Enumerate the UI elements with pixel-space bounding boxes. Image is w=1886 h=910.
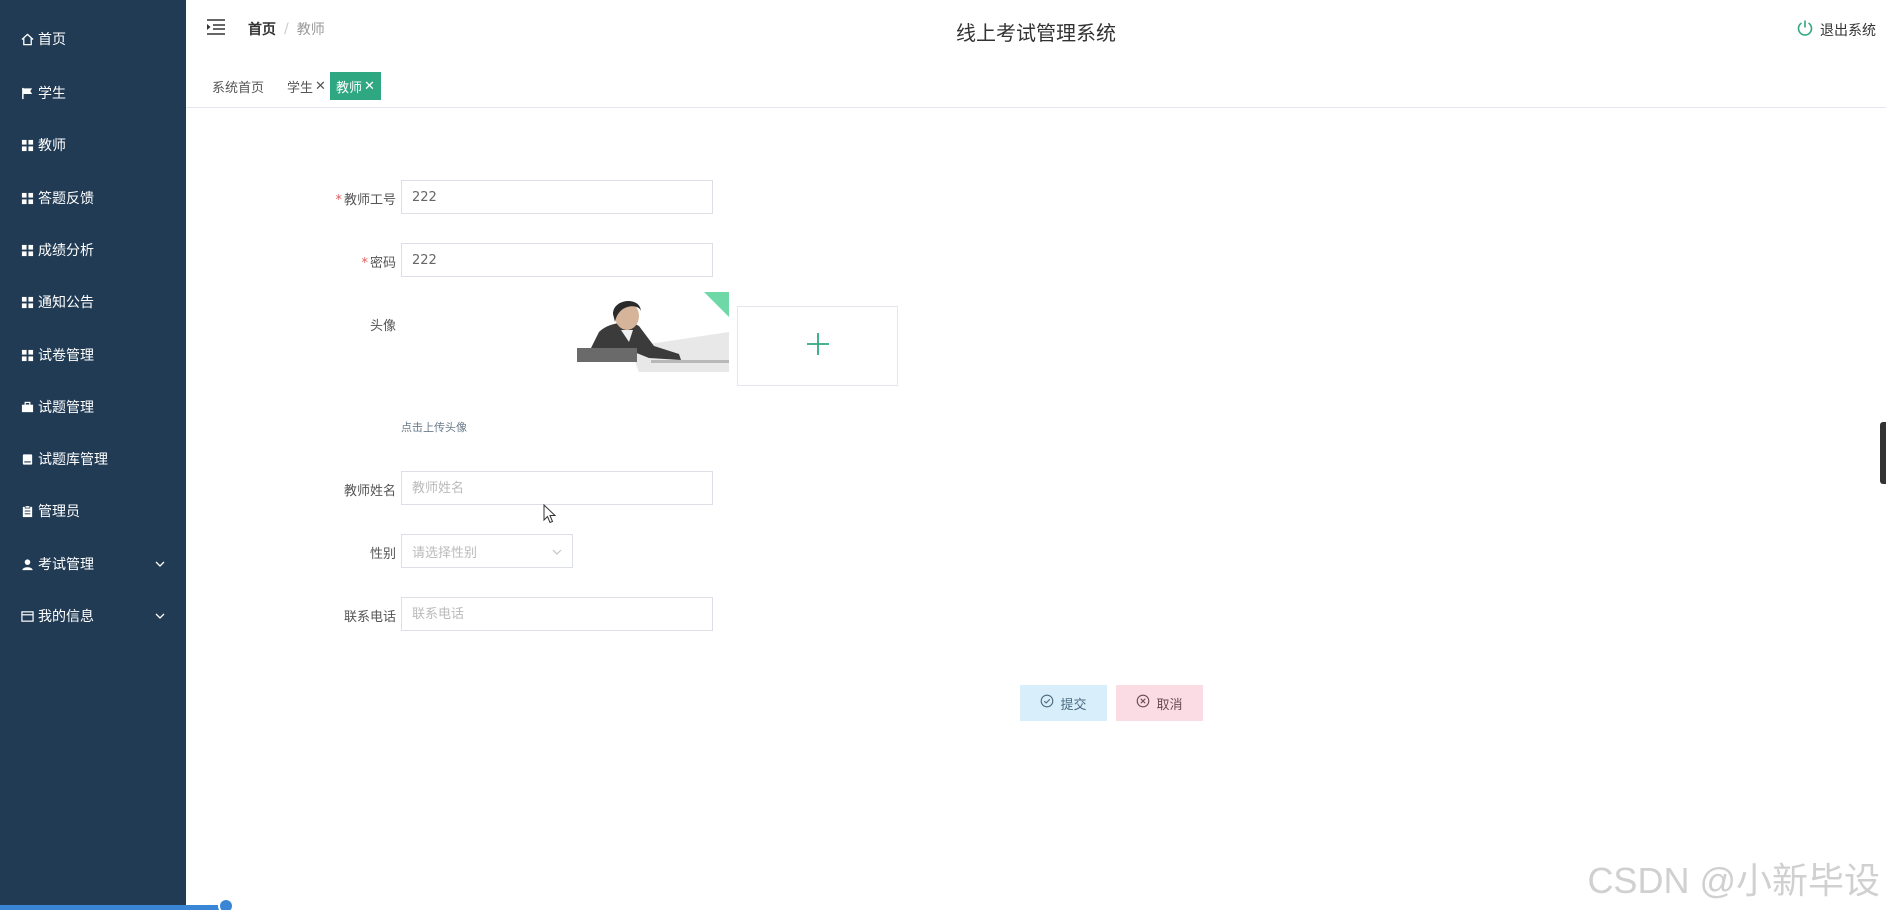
sidebar-item-label: 首页 (38, 32, 66, 48)
teacher-id-label: * 教师工号 (335, 193, 396, 208)
gender-select[interactable]: 请选择性别 (401, 534, 573, 568)
watermark: CSDN @小新毕设 (1587, 860, 1880, 901)
sidebar-item-students[interactable]: 学生 (0, 73, 186, 113)
sidebar-item-label: 管理员 (38, 504, 80, 520)
sidebar-item-label: 试题库管理 (38, 452, 108, 468)
tabs-bar: 系统首页 学生 ✕ 教师 ✕ (186, 60, 1886, 108)
book-icon (20, 452, 34, 466)
user-icon (20, 557, 34, 571)
tab-label: 系统首页 (212, 80, 265, 96)
sidebar-item-notices[interactable]: 通知公告 (0, 282, 186, 322)
phone-label: 联系电话 (343, 610, 396, 625)
sidebar-item-my-info[interactable]: 我的信息 (0, 596, 186, 636)
logout-label: 退出系统 (1820, 23, 1876, 39)
teacher-name-input[interactable] (401, 471, 713, 505)
teacher-id-input[interactable] (401, 180, 713, 214)
sidebar-item-label: 答题反馈 (38, 191, 94, 207)
sidebar-item-home[interactable]: 首页 (0, 19, 186, 59)
chevron-down-icon (154, 610, 166, 626)
submit-label: 提交 (1060, 697, 1087, 713)
close-icon[interactable]: ✕ (315, 79, 326, 94)
avatar-upload-button[interactable] (737, 306, 898, 386)
breadcrumb-separator: / (284, 21, 289, 37)
sidebar-item-feedback[interactable]: 答题反馈 (0, 178, 186, 218)
grid-icon (20, 295, 34, 309)
sidebar-item-paper-management[interactable]: 试卷管理 (0, 335, 186, 375)
top-header: 首页 / 教师 线上考试管理系统 退出系统 (186, 0, 1886, 60)
tab-label: 教师 (336, 80, 363, 96)
sidebar-item-teachers[interactable]: 教师 (0, 125, 186, 165)
cancel-label: 取消 (1156, 697, 1183, 713)
sidebar-item-question-bank[interactable]: 试题库管理 (0, 439, 186, 479)
card-icon (20, 609, 34, 623)
chevron-down-icon (154, 558, 166, 574)
plus-icon (805, 331, 831, 361)
sidebar-item-label: 通知公告 (38, 295, 94, 311)
breadcrumb-current: 教师 (296, 22, 325, 38)
tab-label: 学生 (287, 80, 314, 96)
page-title: 线上考试管理系统 (956, 21, 1116, 45)
flag-icon (20, 86, 34, 100)
clipboard-icon (20, 504, 34, 518)
sidebar-item-label: 教师 (38, 138, 66, 154)
grid-icon (20, 348, 34, 362)
mouse-cursor-icon (543, 503, 557, 528)
submit-button[interactable]: 提交 (1020, 685, 1107, 721)
cancel-button[interactable]: 取消 (1116, 685, 1203, 721)
logout-button[interactable]: 退出系统 (1796, 19, 1876, 41)
required-mark: * (361, 256, 368, 271)
sidebar: 首页 学生 教师 答题反馈 成绩分析 通知公告 试卷管理 试题管理 试题库管理 … (0, 0, 234, 910)
tab-home[interactable]: 系统首页 (206, 72, 270, 100)
chevron-down-icon (552, 546, 562, 561)
required-mark: * (335, 193, 342, 208)
phone-input[interactable] (401, 597, 713, 631)
sidebar-item-label: 学生 (38, 86, 66, 102)
sidebar-item-question-management[interactable]: 试题管理 (0, 387, 186, 427)
avatar-selected-marker (704, 292, 729, 317)
scrollbar-thumb[interactable] (1880, 422, 1886, 484)
sidebar-item-label: 考试管理 (38, 557, 94, 573)
tab-students[interactable]: 学生 ✕ (281, 72, 332, 100)
check-circle-icon (1040, 694, 1054, 712)
sidebar-item-label: 试卷管理 (38, 348, 94, 364)
x-circle-icon (1136, 694, 1150, 712)
grid-icon (20, 138, 34, 152)
menu-toggle-icon[interactable] (206, 18, 226, 36)
teacher-form: *教师工号 *密码 头像 点击上传头像 教师姓名 性别 请选择性别 (186, 109, 1886, 910)
breadcrumb-home[interactable]: 首页 (248, 19, 276, 39)
grid-icon (20, 191, 34, 205)
sidebar-item-admin[interactable]: 管理员 (0, 491, 186, 531)
briefcase-icon (20, 400, 34, 414)
avatar-label: 头像 (369, 319, 396, 334)
sidebar-item-label: 我的信息 (38, 609, 94, 625)
sidebar-item-exam-management[interactable]: 考试管理 (0, 544, 186, 584)
breadcrumb: 首页 / 教师 (248, 19, 325, 39)
gender-placeholder: 请选择性别 (412, 545, 478, 561)
grid-icon (20, 243, 34, 257)
sidebar-item-score-analysis[interactable]: 成绩分析 (0, 230, 186, 270)
sidebar-item-label: 成绩分析 (38, 243, 94, 259)
power-icon (1796, 19, 1814, 41)
tab-teachers[interactable]: 教师 ✕ (330, 72, 381, 100)
close-icon[interactable]: ✕ (364, 79, 375, 94)
password-input[interactable] (401, 243, 713, 277)
teacher-name-label: 教师姓名 (343, 484, 396, 499)
sidebar-item-label: 试题管理 (38, 400, 94, 416)
gender-label: 性别 (369, 547, 396, 562)
password-label: * 密码 (361, 256, 396, 271)
upload-avatar-hint[interactable]: 点击上传头像 (401, 419, 467, 435)
home-icon (20, 32, 34, 46)
